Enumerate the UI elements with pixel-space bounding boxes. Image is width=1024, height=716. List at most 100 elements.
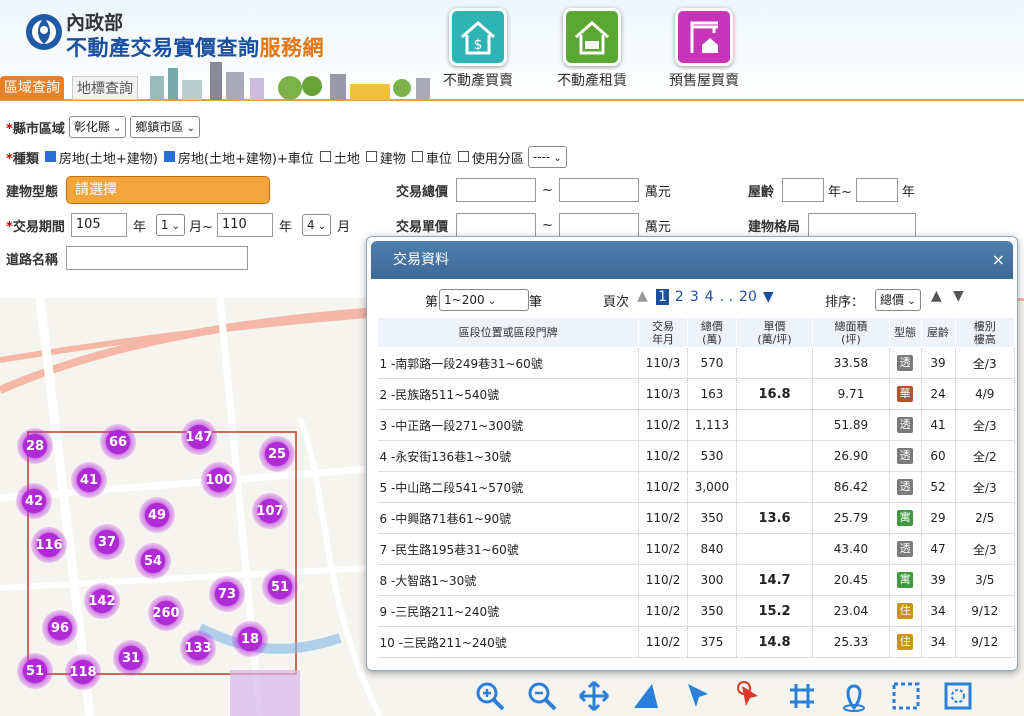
table-row[interactable]: 7 -民生路195巷31~60號 110/2 840 43.40 透 47 全/3 <box>377 533 1015 565</box>
from-year-input[interactable]: 105 <box>70 213 127 237</box>
column-header: 交易 年月 <box>638 317 688 348</box>
cluster-marker[interactable]: 260 <box>148 595 184 631</box>
cluster-marker[interactable]: 51 <box>262 569 298 605</box>
site-title-accent: 服務網 <box>259 36 324 60</box>
nav-real-estate-sale[interactable]: $ 不動產買賣 <box>418 8 538 90</box>
cluster-marker[interactable]: 18 <box>232 621 268 657</box>
checkbox-kind[interactable] <box>411 150 423 162</box>
zoom-in-icon[interactable] <box>470 676 510 716</box>
checkbox-zoning[interactable] <box>457 150 469 162</box>
cluster-marker[interactable]: 54 <box>135 543 171 579</box>
table-row[interactable]: 3 -中正路一段271~300號 110/2 1,113 51.89 透 41 全/3 <box>377 409 1015 441</box>
cluster-marker[interactable]: 142 <box>84 583 120 619</box>
cell-total-price: 3,000 <box>687 471 737 503</box>
cluster-marker[interactable]: 28 <box>17 428 53 464</box>
select-box-icon[interactable] <box>886 676 926 716</box>
type-badge: 華 <box>897 386 914 402</box>
close-icon[interactable]: × <box>992 241 1005 279</box>
age-min-input[interactable] <box>782 178 825 202</box>
table-row[interactable]: 4 -永安街136巷1~30號 110/2 530 26.90 透 60 全/2 <box>377 440 1015 472</box>
age-max-input[interactable] <box>855 178 898 202</box>
cell-area: 25.33 <box>812 626 890 658</box>
cluster-marker[interactable]: 107 <box>252 493 288 529</box>
checkbox-kind[interactable] <box>163 150 175 162</box>
table-row[interactable]: 1 -南郭路一段249巷31~60號 110/3 570 33.58 透 39 全/3 <box>377 347 1015 379</box>
unit-price-label: 交易單價 <box>396 219 449 235</box>
nav-presale[interactable]: 預售屋買賣 <box>644 8 764 90</box>
road-input[interactable] <box>66 246 249 270</box>
table-row[interactable]: 9 -三民路211~240號 110/2 350 15.2 23.04 住 34 9/12 <box>377 595 1015 627</box>
sort-select[interactable]: 總價 <box>875 289 921 311</box>
checkbox-kind[interactable] <box>44 150 56 162</box>
table-row[interactable]: 10 -三民路211~240號 110/2 375 14.8 25.33 住 34 9/12 <box>377 626 1015 658</box>
page-link[interactable]: 3 <box>690 289 699 305</box>
cell-area: 51.89 <box>812 409 890 441</box>
table-row[interactable]: 5 -中山路二段541~570號 110/2 3,000 86.42 透 52 全/3 <box>377 471 1015 503</box>
unit-price-max-input[interactable] <box>558 213 639 237</box>
cluster-marker[interactable]: 42 <box>16 483 52 519</box>
panel-header: 交易資料 × <box>371 241 1013 279</box>
cell-total-price: 530 <box>687 440 737 472</box>
cluster-marker[interactable]: 100 <box>201 462 237 498</box>
layout-input[interactable] <box>808 213 917 237</box>
cell-address: 6 -中興路71巷61~90號 <box>377 502 640 534</box>
ministry-logo-icon <box>26 14 62 50</box>
pan-icon[interactable] <box>574 676 614 716</box>
cluster-marker[interactable]: 73 <box>209 576 245 612</box>
clear-icon[interactable] <box>938 676 978 716</box>
cluster-marker[interactable]: 41 <box>71 462 107 498</box>
total-price-min-input[interactable] <box>456 178 537 202</box>
next-page-icon[interactable]: ▼ <box>763 289 774 305</box>
sort-asc-icon[interactable]: ▲ <box>931 288 942 304</box>
cell-total-price: 350 <box>687 595 737 627</box>
to-month-select[interactable]: 4 <box>301 214 332 236</box>
town-select[interactable]: 鄉鎮市區 <box>130 116 200 138</box>
total-price-max-input[interactable] <box>558 178 639 202</box>
page-link[interactable]: 20 <box>739 289 757 305</box>
cluster-marker[interactable]: 49 <box>139 497 175 533</box>
prev-page-icon[interactable]: ▲ <box>637 288 648 304</box>
cluster-marker[interactable]: 147 <box>181 419 217 455</box>
cell-address: 4 -永安街136巷1~30號 <box>377 440 640 472</box>
page-link[interactable]: 2 <box>675 289 684 305</box>
county-select[interactable]: 彰化縣 <box>68 116 127 138</box>
cell-date: 110/3 <box>638 347 688 379</box>
cluster-marker[interactable]: 133 <box>180 630 216 666</box>
cluster-marker[interactable]: 51 <box>17 653 53 689</box>
building-type-select[interactable]: 請選擇 <box>66 176 271 204</box>
unit-price-min-input[interactable] <box>456 213 537 237</box>
sort-desc-icon[interactable]: ▼ <box>953 288 964 304</box>
tab-landmark-query[interactable]: 地標查詢 <box>72 76 138 100</box>
cluster-marker[interactable]: 66 <box>100 424 136 460</box>
cluster-marker[interactable]: 37 <box>89 524 125 560</box>
locate-icon[interactable] <box>834 676 874 716</box>
cell-area: 9.71 <box>812 378 890 410</box>
records-select[interactable]: 1~200 <box>439 289 529 311</box>
cluster-marker[interactable]: 31 <box>113 640 149 676</box>
page-link-current[interactable]: 1 <box>656 289 669 305</box>
table-row[interactable]: 6 -中興路71巷61~90號 110/2 350 13.6 25.79 寓 29 2/5 <box>377 502 1015 534</box>
to-year-input[interactable]: 110 <box>216 213 273 237</box>
page-link[interactable]: 4 <box>705 289 714 305</box>
checkbox-kind[interactable] <box>319 150 331 162</box>
cluster-marker[interactable]: 116 <box>31 527 67 563</box>
cluster-marker[interactable]: 25 <box>259 436 295 472</box>
measure-area-icon[interactable] <box>626 676 666 716</box>
cell-date: 110/3 <box>638 378 688 410</box>
cell-total-price: 163 <box>687 378 737 410</box>
nav-real-estate-rent[interactable]: 不動產租賃 <box>532 8 652 90</box>
tab-area-query[interactable]: 區域查詢 <box>0 76 64 100</box>
type-badge: 透 <box>897 417 914 433</box>
pointer-icon[interactable] <box>730 676 770 716</box>
checkbox-kind[interactable] <box>365 150 377 162</box>
cluster-marker[interactable]: 96 <box>42 610 78 646</box>
zone-select[interactable]: ---- <box>527 146 567 168</box>
from-month-select[interactable]: 1 <box>155 214 186 236</box>
select-icon[interactable] <box>678 676 718 716</box>
table-row[interactable]: 2 -民族路511~540號 110/3 163 16.8 9.71 華 24 4/9 <box>377 378 1015 410</box>
zoom-out-icon[interactable] <box>522 676 562 716</box>
page-ellipsis: . . <box>719 289 734 305</box>
cluster-marker[interactable]: 118 <box>65 654 101 690</box>
grid-icon[interactable] <box>782 676 822 716</box>
table-row[interactable]: 8 -大智路1~30號 110/2 300 14.7 20.45 寓 39 3/5 <box>377 564 1015 596</box>
